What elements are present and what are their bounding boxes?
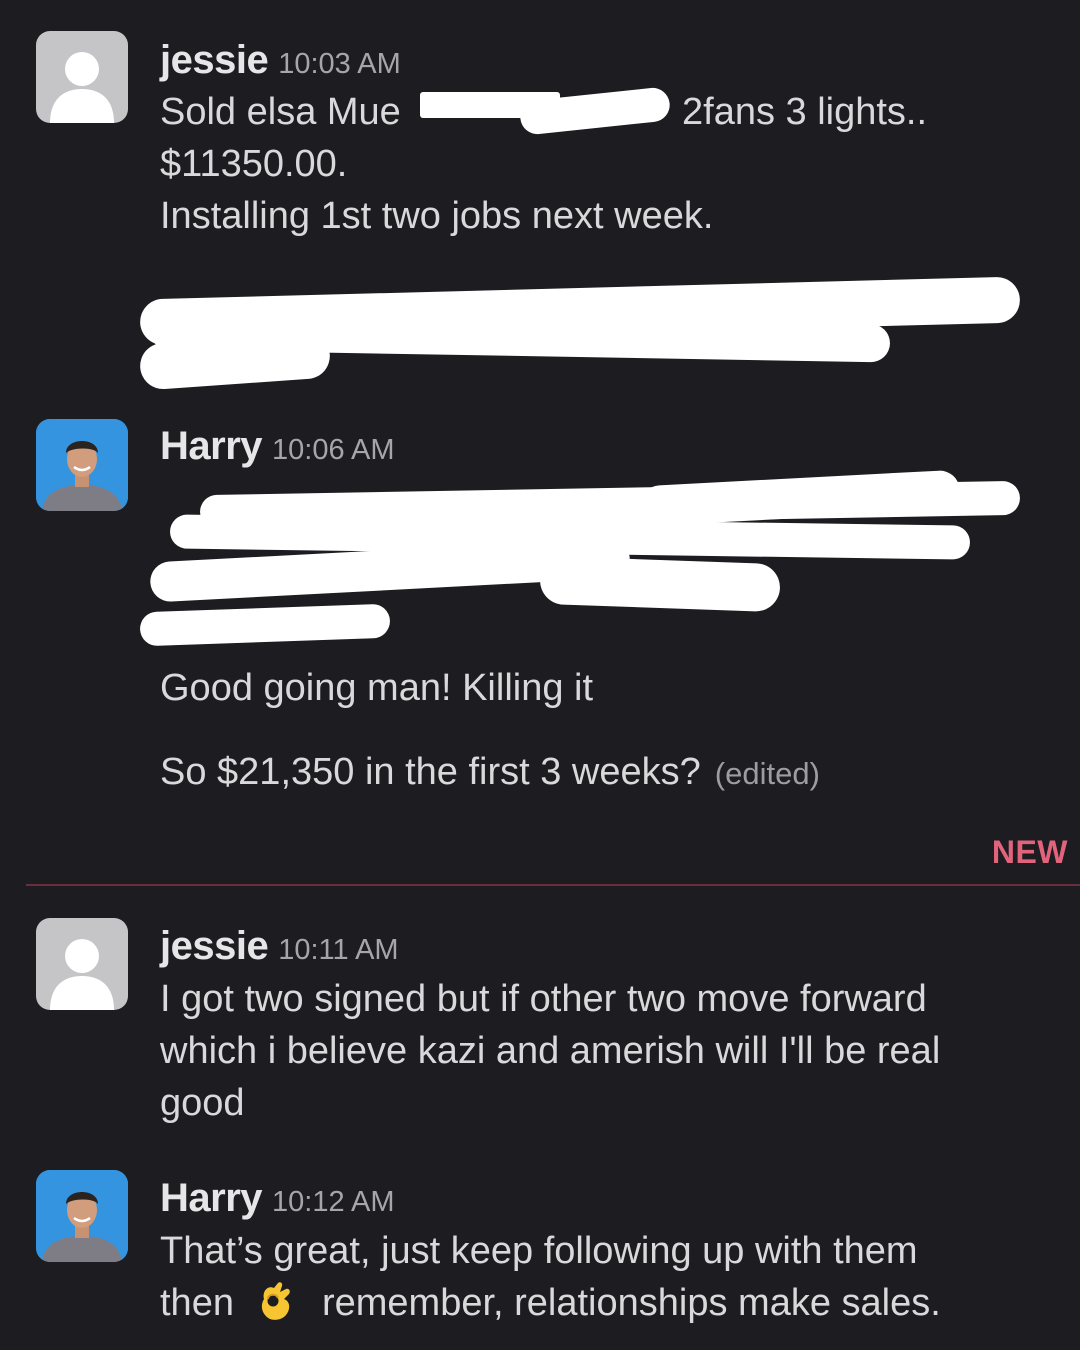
- author-label[interactable]: jessie: [160, 38, 269, 82]
- avatar-harry[interactable]: [36, 419, 128, 511]
- message-line: Installing 1st two jobs next week.: [160, 195, 714, 237]
- default-user-icon: [50, 939, 114, 1010]
- message-line: Sold elsa Mue: [160, 86, 401, 138]
- message-line: I got two signed but if other two move f…: [160, 978, 927, 1020]
- message-text: remember, relationships make sales.: [321, 1282, 941, 1324]
- message-text: then: [160, 1282, 234, 1324]
- message-line: That’s great, just keep following up wit…: [160, 1230, 918, 1272]
- avatar-harry[interactable]: [36, 1170, 128, 1262]
- message-line: Good going man! Killing it: [160, 667, 594, 709]
- message-line: $11350.00.: [160, 143, 348, 185]
- profile-photo-icon: [36, 419, 128, 511]
- profile-photo-icon: [36, 1170, 128, 1262]
- timestamp[interactable]: 10:11 AM: [278, 934, 398, 966]
- author-name[interactable]: Harry 10:12 AM: [160, 1176, 395, 1221]
- edited-label: (edited): [714, 756, 820, 791]
- message-line: 2fans 3 lights..: [682, 86, 927, 138]
- chat-screen: jessie 10:03 AM Sold elsa Mue 2fans 3 lig…: [0, 0, 1080, 1350]
- new-messages-divider: [26, 884, 1080, 886]
- message-line: So $21,350 in the first 3 weeks? (edited): [160, 746, 820, 800]
- default-user-icon: [50, 52, 114, 123]
- author-name[interactable]: jessie 10:11 AM: [160, 924, 399, 969]
- ok-hand-emoji-icon: [256, 1279, 296, 1323]
- author-label[interactable]: Harry: [160, 1176, 263, 1220]
- message-line: which i believe kazi and amerish will I'…: [160, 1030, 941, 1072]
- timestamp[interactable]: 10:12 AM: [272, 1186, 395, 1218]
- author-label[interactable]: Harry: [160, 424, 263, 468]
- message-line: good: [160, 1082, 245, 1124]
- default-avatar-icon[interactable]: [36, 31, 128, 123]
- message-line: then remember, relationships make sales.: [160, 1277, 941, 1329]
- default-avatar-icon[interactable]: [36, 918, 128, 1010]
- timestamp[interactable]: 10:03 AM: [278, 48, 401, 80]
- new-messages-label: NEW: [991, 834, 1068, 870]
- author-label[interactable]: jessie: [160, 924, 269, 968]
- message-text: Sold elsa Mue: [160, 91, 401, 133]
- message-text: So $21,350 in the first 3 weeks?: [160, 751, 701, 793]
- message-text: 2fans 3 lights..: [682, 91, 928, 133]
- timestamp[interactable]: 10:06 AM: [272, 434, 395, 466]
- author-name[interactable]: Harry 10:06 AM: [160, 424, 395, 469]
- author-name[interactable]: jessie 10:03 AM: [160, 38, 401, 83]
